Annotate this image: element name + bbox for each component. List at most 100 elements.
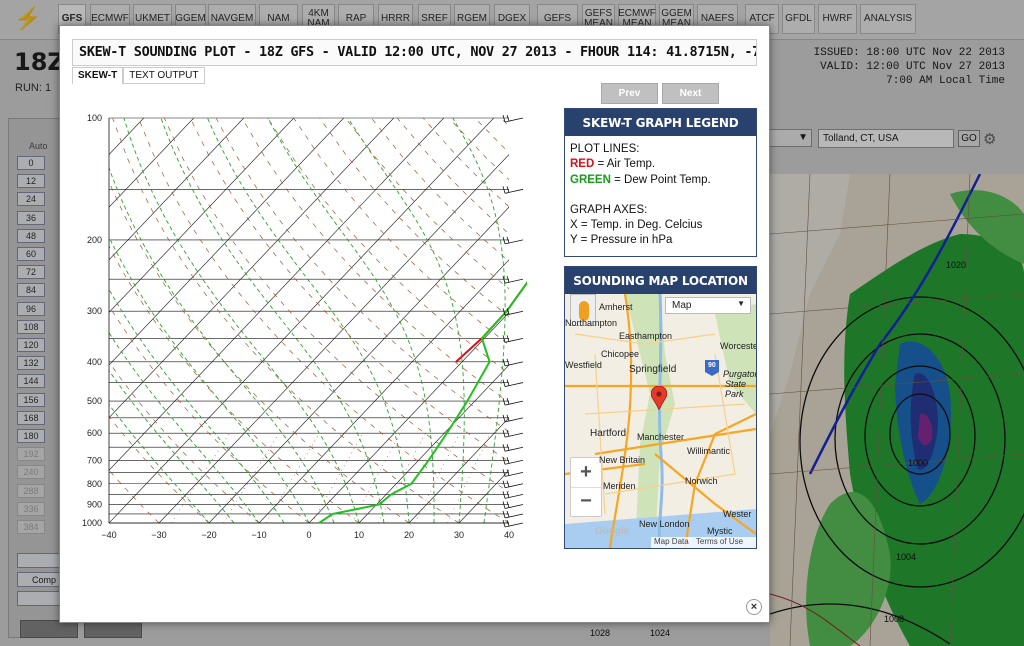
map-place-label: New London <box>639 519 690 529</box>
zoom-in-button[interactable]: + <box>571 458 601 488</box>
tab-skewt[interactable]: SKEW-T <box>72 67 124 84</box>
wind-barb <box>502 491 506 499</box>
y-tick-label: 800 <box>87 479 102 489</box>
map-place-label: New Britain <box>599 455 646 465</box>
wind-barb <box>502 510 506 519</box>
wind-barb <box>504 472 524 477</box>
dry-adiabat-line <box>319 118 509 318</box>
map-place-label: Worcester <box>720 341 756 351</box>
isotherm-line <box>458 469 509 523</box>
y-tick-label: 600 <box>87 428 102 438</box>
moist-adiabat-line <box>160 118 385 523</box>
zoom-out-button[interactable]: − <box>571 488 601 516</box>
wind-barb <box>504 117 524 123</box>
map-type-select[interactable]: Map ▼ <box>665 297 751 314</box>
dry-adiabat-line <box>109 245 360 523</box>
moist-adiabat-line <box>123 118 360 523</box>
wind-barb <box>502 236 506 245</box>
map-place-label: Amherst <box>599 302 633 312</box>
wind-barb <box>502 519 506 528</box>
map-attribution: Map Data Terms of Use <box>651 537 756 548</box>
map-place-label: Meriden <box>603 481 636 491</box>
wind-barb <box>502 444 506 452</box>
map-data-link[interactable]: Map Data <box>654 537 689 546</box>
moist-adiabat-line <box>508 520 509 523</box>
location-pin-icon[interactable] <box>650 385 668 412</box>
moist-adiabat-line <box>109 331 260 523</box>
dry-adiabat-line <box>163 118 509 493</box>
wind-barb <box>504 522 524 528</box>
map-place-label: Willimantic <box>687 446 731 456</box>
map-place-label: Norwich <box>685 476 718 486</box>
wind-barb <box>504 188 524 194</box>
moist-adiabat-line <box>109 235 310 523</box>
wind-barb <box>504 513 524 519</box>
legend-green-row: GREEN = Dew Point Temp. <box>570 173 751 188</box>
modal-tabs: SKEW-T TEXT OUTPUT <box>72 67 205 84</box>
close-button[interactable]: × <box>746 599 762 615</box>
isotherm-line <box>109 118 494 523</box>
y-tick-label: 400 <box>87 357 102 367</box>
wind-barb <box>504 432 524 438</box>
wind-barb <box>504 382 524 387</box>
wind-barb <box>504 459 524 465</box>
wind-barb <box>504 446 524 452</box>
y-tick-label: 1000 <box>82 518 102 528</box>
isotherm-line <box>258 259 509 523</box>
y-tick-label: 900 <box>87 499 102 509</box>
wind-barb <box>504 239 524 245</box>
y-tick-label: 100 <box>87 113 102 123</box>
map-location-panel: SOUNDING MAP LOCATION 90 Map ▼ + − Amher… <box>564 266 757 549</box>
moist-adiabat-line <box>109 288 285 523</box>
wind-barb <box>504 494 524 499</box>
x-tick-label: −20 <box>201 530 216 540</box>
dry-adiabat-line <box>109 305 310 523</box>
chevron-down-icon: ▼ <box>737 299 745 308</box>
x-axis-desc: X = Temp. in Deg. Celcius <box>570 219 703 232</box>
wind-barb <box>504 483 524 489</box>
y-tick-label: 500 <box>87 396 102 406</box>
map-place-label: Chicopee <box>601 349 640 359</box>
google-logo: Google <box>595 526 630 537</box>
isotherm-line <box>109 118 244 261</box>
terms-link[interactable]: Terms of Use <box>696 537 743 546</box>
map-type-label: Map <box>672 300 692 311</box>
map-place-label: Northampton <box>565 318 618 328</box>
dry-adiabat-line <box>241 118 509 403</box>
red-word: RED <box>570 158 595 171</box>
skewt-svg: 1002003004005006007008009001000−40 −30 −20… <box>82 113 782 540</box>
y-tick-label: 700 <box>87 455 102 465</box>
legend-panel: SKEW-T GRAPH LEGEND PLOT LINES: RED = Ai… <box>564 108 757 257</box>
isotherm-line <box>158 154 509 523</box>
wind-barb <box>504 504 524 509</box>
wind-barb <box>502 501 506 509</box>
wind-barb <box>502 480 506 488</box>
wind-barb <box>502 397 506 406</box>
wind-barb <box>504 417 524 423</box>
next-button[interactable]: Next <box>662 83 719 104</box>
map-place-label: Easthampton <box>619 331 673 341</box>
map-place-label: Hartford <box>590 428 627 439</box>
wind-barb <box>502 414 506 422</box>
dew-point-line <box>318 117 702 524</box>
red-desc: = Air Temp. <box>594 158 656 171</box>
x-tick-label: −10 <box>251 530 266 540</box>
x-tick-label: −40 <box>101 530 116 540</box>
legend-body: PLOT LINES: RED = Air Temp. GREEN = Dew … <box>565 136 756 255</box>
sounding-location-map[interactable]: 90 Map ▼ + − Amherst Northampton Easthampt… <box>565 294 756 548</box>
wind-barb <box>502 379 506 387</box>
mixing-ratio-line <box>265 433 320 523</box>
x-tick-label: −30 <box>151 530 166 540</box>
tab-text-output[interactable]: TEXT OUTPUT <box>123 67 205 84</box>
x-tick-label: 10 <box>354 530 364 540</box>
axes-label: GRAPH AXES: <box>570 203 648 216</box>
prev-button[interactable]: Prev <box>601 83 658 104</box>
plot-lines-label: PLOT LINES: <box>570 143 640 155</box>
green-desc: = Dew Point Temp. <box>610 173 711 186</box>
wind-barb <box>502 430 506 438</box>
map-place-label: Purgatory <box>723 369 756 379</box>
dry-adiabat-line <box>422 118 509 208</box>
y-tick-label: 300 <box>87 306 102 316</box>
dry-adiabat-line <box>109 180 410 523</box>
moist-adiabat-line <box>267 118 435 523</box>
